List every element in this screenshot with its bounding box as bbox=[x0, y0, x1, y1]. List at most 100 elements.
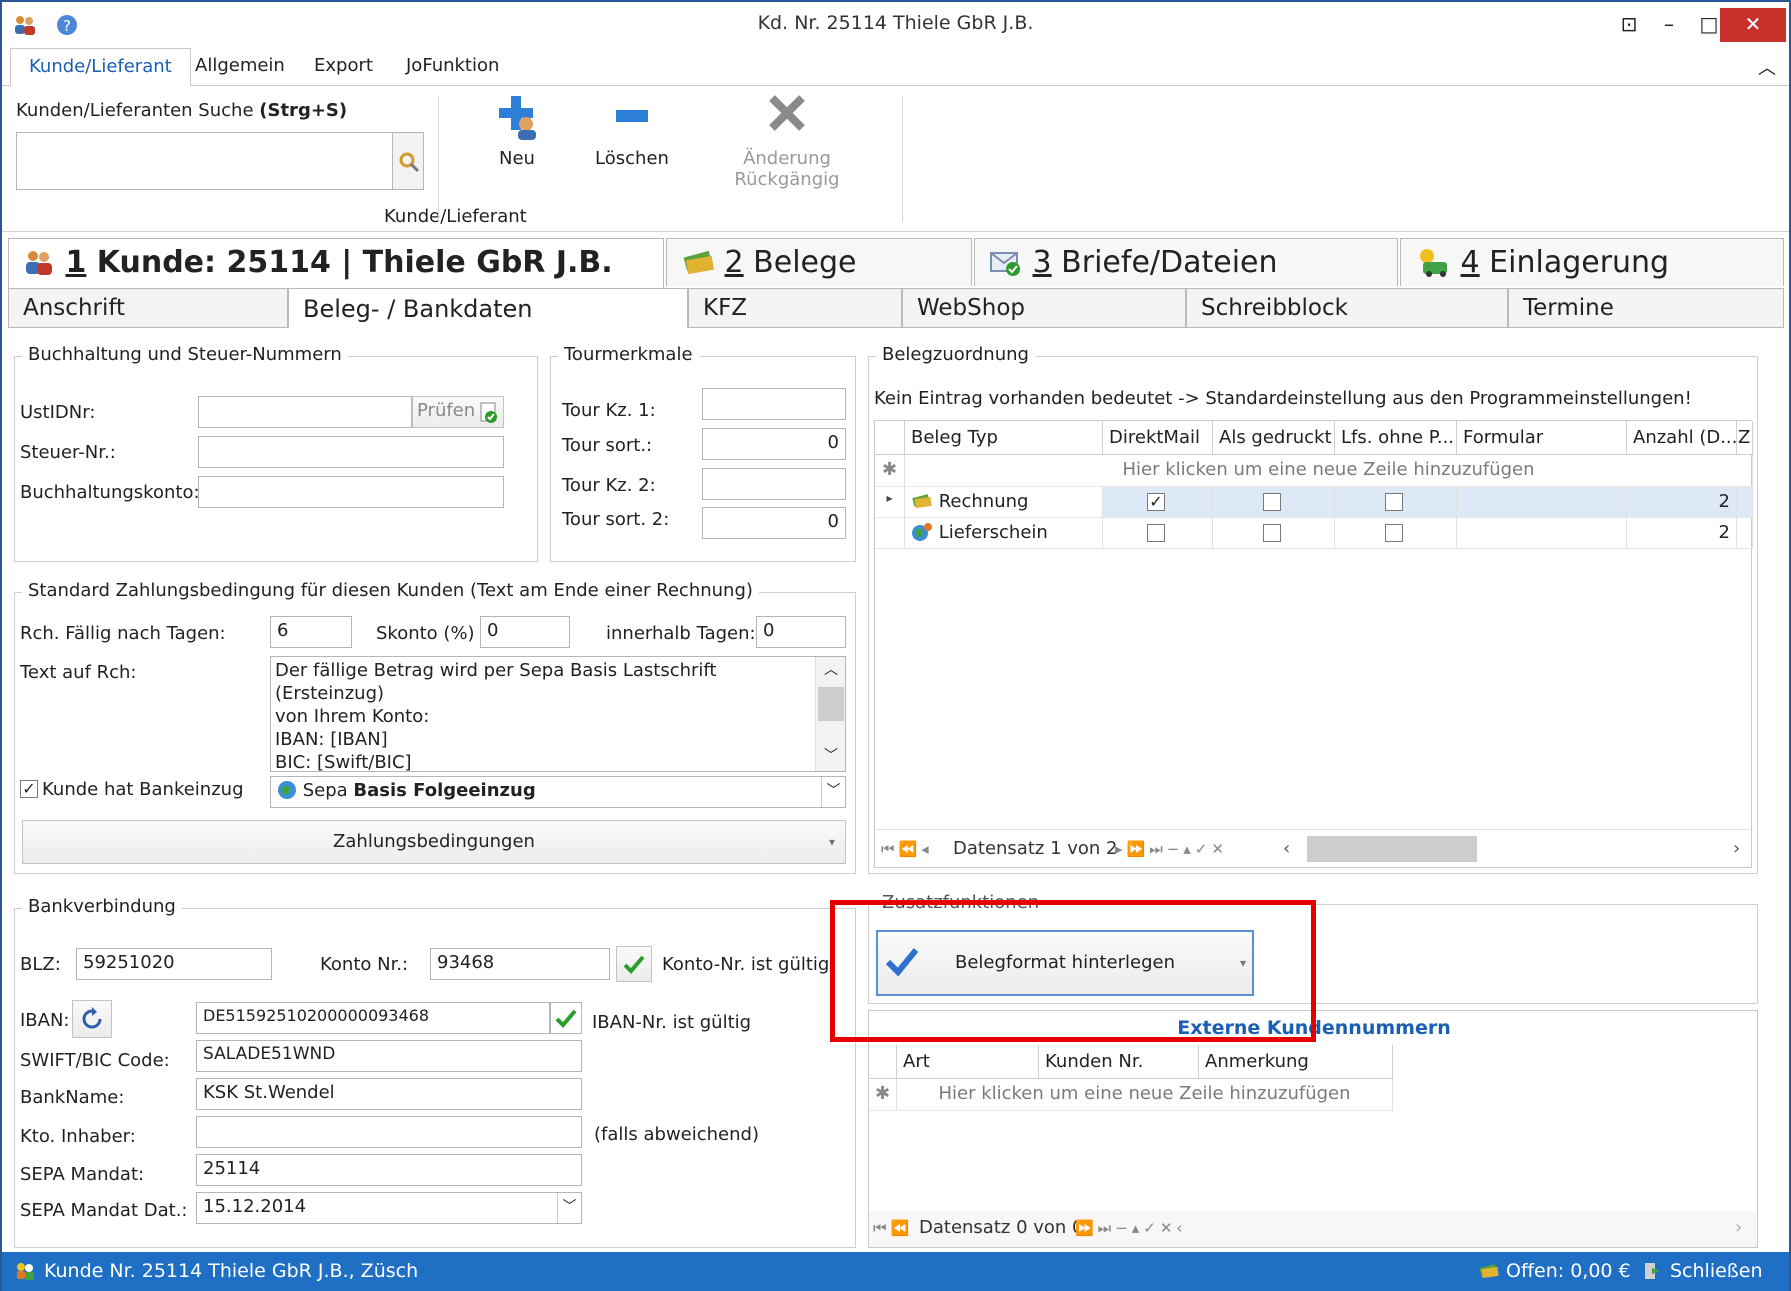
lfs-cell[interactable] bbox=[1335, 518, 1457, 549]
beleg-record-count: Datensatz 1 von 2 bbox=[953, 838, 1118, 859]
col-header-direktmail[interactable]: DirektMail bbox=[1103, 421, 1213, 455]
direktmail-checkbox-checked[interactable]: ✓ bbox=[1147, 493, 1165, 511]
ustid-label: UstIDNr: bbox=[20, 402, 96, 423]
iban-refresh-button[interactable] bbox=[72, 1000, 112, 1038]
scroll-thumb[interactable] bbox=[818, 687, 844, 721]
search-button[interactable] bbox=[392, 132, 424, 190]
invoice-text-area[interactable]: Der fällige Betrag wird per Sepa Basis L… bbox=[270, 656, 846, 772]
tour-sort1-input[interactable]: 0 bbox=[702, 428, 846, 460]
ustid-input[interactable] bbox=[198, 396, 412, 428]
swift-input[interactable]: SALADE51WND bbox=[196, 1040, 582, 1072]
direktmail-checkbox[interactable] bbox=[1147, 524, 1165, 542]
z-cell[interactable] bbox=[1737, 518, 1753, 549]
tab-einlagerung[interactable]: 4 Einlagerung bbox=[1400, 238, 1784, 286]
tab-briefe-number: 3 bbox=[1032, 245, 1052, 280]
anzahl-cell[interactable]: 2 bbox=[1627, 518, 1737, 549]
steuer-input[interactable] bbox=[198, 436, 504, 468]
col-header-lfs-ohne-p[interactable]: Lfs. ohne P... bbox=[1335, 421, 1457, 455]
gedruckt-cell[interactable] bbox=[1213, 487, 1335, 518]
blz-input[interactable]: 59251020 bbox=[76, 948, 272, 980]
skonto-input[interactable]: 0 bbox=[480, 616, 570, 648]
lfs-cell[interactable] bbox=[1335, 487, 1457, 518]
subtab-beleg-bankdaten[interactable]: Beleg- / Bankdaten bbox=[288, 288, 688, 328]
tour-kz1-input[interactable] bbox=[702, 388, 846, 420]
tour-sort2-input[interactable]: 0 bbox=[702, 507, 846, 539]
tab-kunde[interactable]: 1 Kunde: 25114 | Thiele GbR J.B. bbox=[8, 238, 664, 288]
scroll-down-icon[interactable]: ﹀ bbox=[824, 745, 838, 768]
scroll-right-icon[interactable]: › bbox=[1735, 1217, 1742, 1238]
lfs-checkbox[interactable] bbox=[1385, 493, 1403, 511]
ext-new-row[interactable]: Hier klicken um eine neue Zeile hinzuzuf… bbox=[897, 1079, 1393, 1111]
table-row[interactable]: Rechnung bbox=[905, 487, 1103, 518]
horizontal-scroll-thumb[interactable] bbox=[1307, 836, 1477, 862]
direktmail-cell[interactable]: ✓ bbox=[1103, 487, 1213, 518]
holder-input[interactable] bbox=[196, 1116, 582, 1148]
chevron-down-icon[interactable]: ﹀ bbox=[821, 777, 845, 807]
nav-first-prev-icons[interactable]: ⏮⏪◂ bbox=[881, 840, 933, 858]
due-days-input[interactable]: 6 bbox=[270, 616, 352, 648]
status-close-button[interactable]: Schließen bbox=[1670, 1260, 1763, 1282]
subtab-termine[interactable]: Termine bbox=[1508, 288, 1784, 328]
col-header-z[interactable]: Z bbox=[1737, 421, 1753, 455]
mandat-date-input[interactable]: 15.12.2014 ﹀ bbox=[196, 1192, 582, 1224]
col-header-kunden-nr[interactable]: Kunden Nr. bbox=[1039, 1045, 1199, 1079]
belegformat-button[interactable]: Belegformat hinterlegen ▾ bbox=[876, 930, 1254, 996]
check-ustid-button[interactable]: Prüfen bbox=[412, 396, 504, 428]
ribbon-tab-kunde-lieferant[interactable]: Kunde/Lieferant bbox=[10, 48, 191, 87]
col-header-anzahl[interactable]: Anzahl (D... bbox=[1627, 421, 1737, 455]
new-row-marker-icon: ✱ bbox=[875, 455, 905, 487]
payment-terms-button[interactable]: Zahlungsbedingungen ▾ bbox=[22, 820, 846, 864]
mandat-input[interactable]: 25114 bbox=[196, 1154, 582, 1186]
kontonr-input[interactable]: 93468 bbox=[430, 948, 610, 980]
z-cell[interactable] bbox=[1737, 487, 1753, 518]
undo-changes-button[interactable]: Änderung Rückgängig bbox=[692, 92, 882, 190]
ribbon-tab-export[interactable]: Export bbox=[296, 48, 391, 86]
formular-cell[interactable] bbox=[1457, 487, 1627, 518]
sepa-type-select[interactable]: Sepa Basis Folgeeinzug ﹀ bbox=[270, 776, 846, 808]
gedruckt-checkbox[interactable] bbox=[1263, 524, 1281, 542]
tour-kz2-input[interactable] bbox=[702, 468, 846, 500]
beleg-info-text: Kein Eintrag vorhanden bedeutet -> Stand… bbox=[874, 388, 1692, 409]
close-window-button[interactable]: ✕ bbox=[1720, 8, 1786, 42]
scroll-up-icon[interactable]: ︿ bbox=[824, 659, 838, 682]
col-header-anmerkung[interactable]: Anmerkung bbox=[1199, 1045, 1393, 1079]
ribbon-tab-allgemein[interactable]: Allgemein bbox=[177, 48, 303, 86]
tab-briefe-dateien[interactable]: 3 Briefe/Dateien bbox=[974, 238, 1398, 286]
scroll-right-icon[interactable]: › bbox=[1733, 838, 1740, 859]
scroll-left-icon[interactable]: ‹ bbox=[1283, 838, 1290, 859]
formular-cell[interactable] bbox=[1457, 518, 1627, 549]
collapse-ribbon-icon[interactable]: ︿ bbox=[1758, 54, 1776, 80]
subtab-anschrift[interactable]: Anschrift bbox=[8, 288, 288, 328]
bankname-input[interactable]: KSK St.Wendel bbox=[196, 1078, 582, 1110]
lfs-checkbox[interactable] bbox=[1385, 524, 1403, 542]
within-days-input[interactable]: 0 bbox=[756, 616, 846, 648]
invoice-text-line: BIC: [Swift/BIC] bbox=[275, 752, 412, 772]
bank-collect-checkbox[interactable]: ✓ bbox=[20, 780, 38, 798]
col-header-als-gedruckt[interactable]: Als gedruckt bbox=[1213, 421, 1335, 455]
buchhaltungskonto-input[interactable] bbox=[198, 476, 504, 508]
subtab-webshop[interactable]: WebShop bbox=[902, 288, 1186, 328]
chevron-down-icon[interactable]: ﹀ bbox=[557, 1193, 581, 1223]
col-header-art[interactable]: Art bbox=[897, 1045, 1039, 1079]
nav-first-prev-icons[interactable]: ⏮⏪ bbox=[873, 1219, 913, 1237]
gedruckt-checkbox[interactable] bbox=[1263, 493, 1281, 511]
anzahl-cell[interactable]: 2 bbox=[1627, 487, 1737, 518]
subtab-kfz[interactable]: KFZ bbox=[688, 288, 902, 328]
beleg-new-row[interactable]: Hier klicken um eine neue Zeile hinzuzuf… bbox=[905, 455, 1753, 487]
gedruckt-cell[interactable] bbox=[1213, 518, 1335, 549]
direktmail-cell[interactable] bbox=[1103, 518, 1213, 549]
iban-input[interactable]: DE51592510200000093468 bbox=[196, 1002, 550, 1034]
text-scrollbar[interactable]: ︿ ﹀ bbox=[815, 657, 845, 771]
subtab-schreibblock[interactable]: Schreibblock bbox=[1186, 288, 1508, 328]
col-header-formular[interactable]: Formular bbox=[1457, 421, 1627, 455]
ribbon-tab-jofunktion[interactable]: JoFunktion bbox=[388, 48, 517, 86]
nav-next-last-icons[interactable]: ▸⏩⏭−▴✓✕ bbox=[1115, 840, 1228, 858]
tab-belege[interactable]: 2 Belege bbox=[666, 238, 972, 286]
new-button[interactable]: Neu bbox=[482, 92, 552, 176]
col-header-beleg-typ[interactable]: Beleg Typ bbox=[905, 421, 1103, 455]
customer-search-input[interactable] bbox=[16, 132, 394, 190]
new-button-label: Neu bbox=[499, 148, 535, 169]
delete-button[interactable]: Löschen bbox=[592, 92, 672, 176]
table-row[interactable]: Lieferschein bbox=[905, 518, 1103, 549]
nav-next-last-icons[interactable]: ⏩⏭−▴✓✕‹ bbox=[1075, 1219, 1186, 1237]
